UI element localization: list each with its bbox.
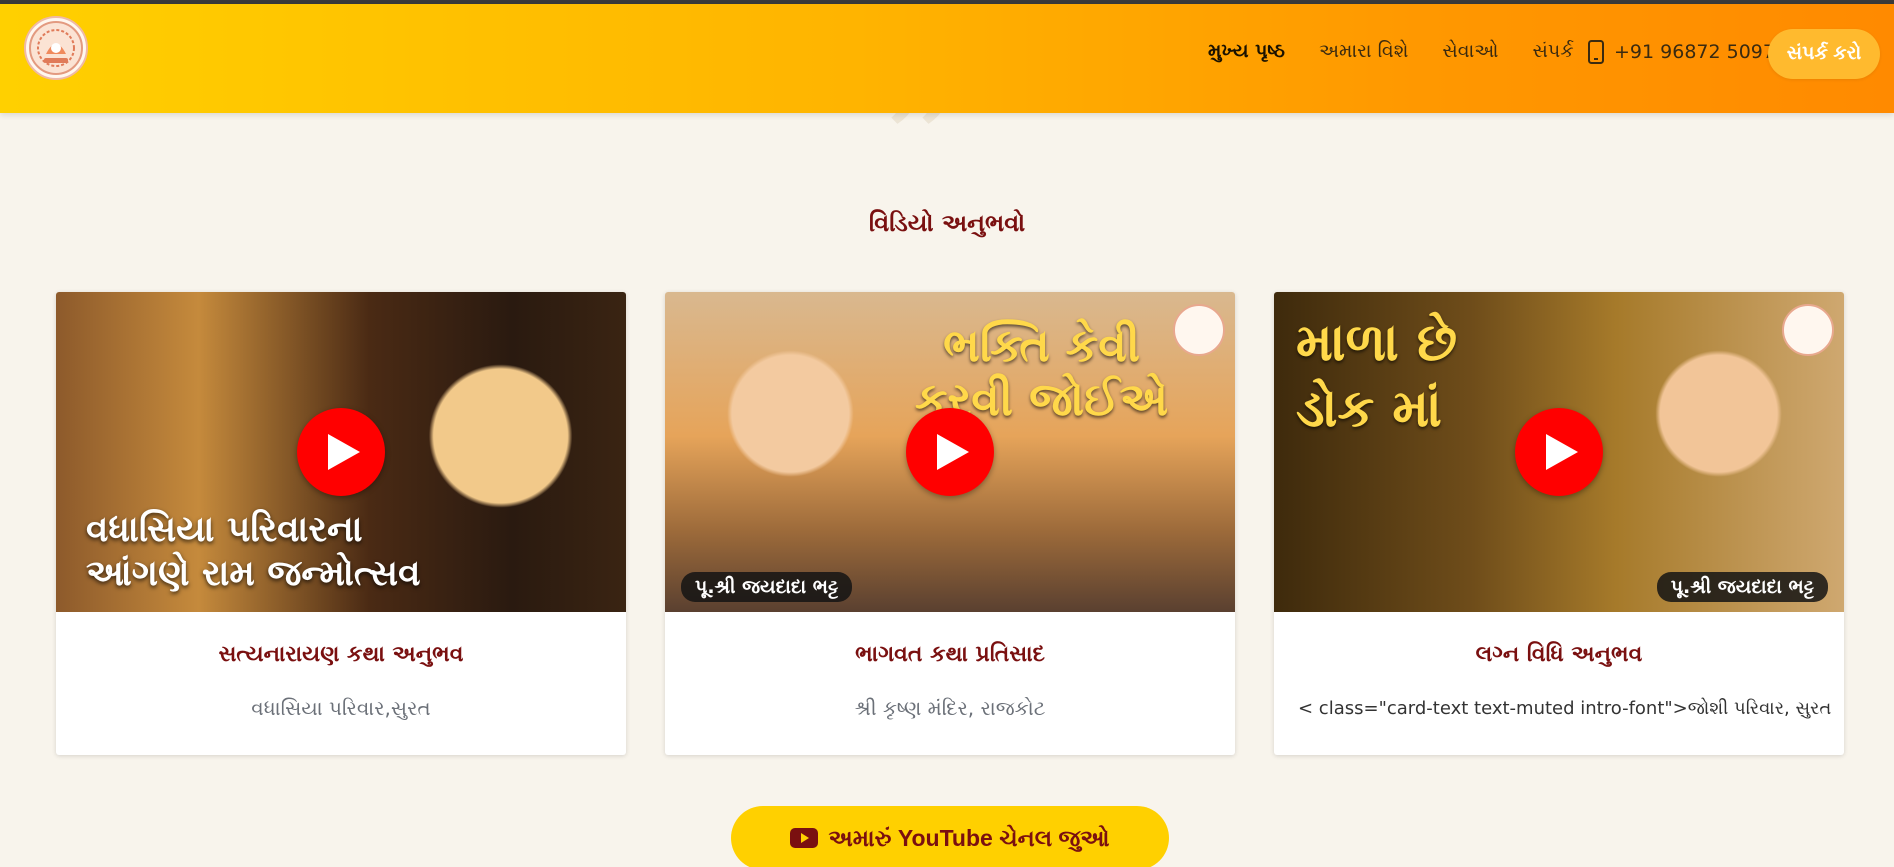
play-button[interactable] [297, 408, 385, 496]
mobile-phone-icon [1588, 40, 1604, 64]
channel-logo-icon [1782, 304, 1834, 356]
video-thumbnail[interactable]: ભક્તિ કેવી કરવી જોઈએ પૂ.શ્રી જયદાદા ભટ્ટ [665, 292, 1235, 612]
play-icon [937, 434, 969, 470]
play-icon [328, 434, 360, 470]
video-card: વધાસિયા પરિવારના આંગણે રામ જન્મોત્સવ સત્… [56, 292, 626, 755]
temple-logo-icon [29, 21, 83, 75]
main-nav: મુખ્ય પૃષ્ઠ અમારા વિશે સેવાઓ સંપર્ક [1208, 40, 1574, 62]
card-text: વધાસિયા પરિવાર,સુરત [251, 696, 431, 720]
nav-about[interactable]: અમારા વિશે [1319, 40, 1408, 62]
youtube-channel-button[interactable]: અમારું YouTube ચેનલ જુઓ [731, 806, 1169, 867]
youtube-button-label: અમારું YouTube ચેનલ જુઓ [828, 824, 1110, 851]
thumbnail-caption: માળા છે ડોક માં [1296, 313, 1458, 439]
presenter-tag: પૂ.શ્રી જયદાદા ભટ્ટ [1656, 572, 1828, 602]
site-logo[interactable] [24, 16, 88, 80]
play-button[interactable] [906, 408, 994, 496]
video-card: ભક્તિ કેવી કરવી જોઈએ પૂ.શ્રી જયદાદા ભટ્ટ… [665, 292, 1235, 755]
card-text: < class="card-text text-muted intro-font… [1298, 698, 1832, 719]
thumbnail-caption: વધાસિયા પરિવારના આંગણે રામ જન્મોત્સવ [86, 509, 421, 594]
nav-services[interactable]: સેવાઓ [1442, 40, 1498, 62]
nav-home[interactable]: મુખ્ય પૃષ્ઠ [1208, 40, 1285, 62]
navbar: મુખ્ય પૃષ્ઠ અમારા વિશે સેવાઓ સંપર્ક +91 … [0, 4, 1894, 113]
phone-number: +91 96872 50978 [1614, 41, 1788, 63]
video-thumbnail[interactable]: વધાસિયા પરિવારના આંગણે રામ જન્મોત્સવ [56, 292, 626, 612]
play-button[interactable] [1515, 408, 1603, 496]
youtube-icon [790, 828, 819, 848]
nav-contact[interactable]: સંપર્ક [1532, 40, 1573, 62]
channel-logo-icon [1173, 304, 1225, 356]
card-title: ભાગવત કથા પ્રતિસાદ [855, 642, 1045, 667]
card-title: સત્યનારાયણ કથા અનુભવ [218, 642, 464, 667]
contact-button[interactable]: સંપર્ક કરો [1768, 29, 1880, 79]
play-icon [1546, 434, 1578, 470]
section-title: વિડિયો અનુભવો [868, 209, 1026, 237]
card-title: લગ્ન વિધિ અનુભવ [1475, 642, 1643, 667]
card-text: શ્રી કૃષ્ણ મંદિર, રાજકોટ [854, 696, 1046, 720]
phone-link[interactable]: +91 96872 50978 [1586, 40, 1787, 64]
video-thumbnail[interactable]: માળા છે ડોક માં પૂ.શ્રી જયદાદા ભટ્ટ [1274, 292, 1844, 612]
presenter-tag: પૂ.શ્રી જયદાદા ભટ્ટ [681, 572, 853, 602]
video-card: માળા છે ડોક માં પૂ.શ્રી જયદાદા ભટ્ટ લગ્ન… [1274, 292, 1844, 755]
